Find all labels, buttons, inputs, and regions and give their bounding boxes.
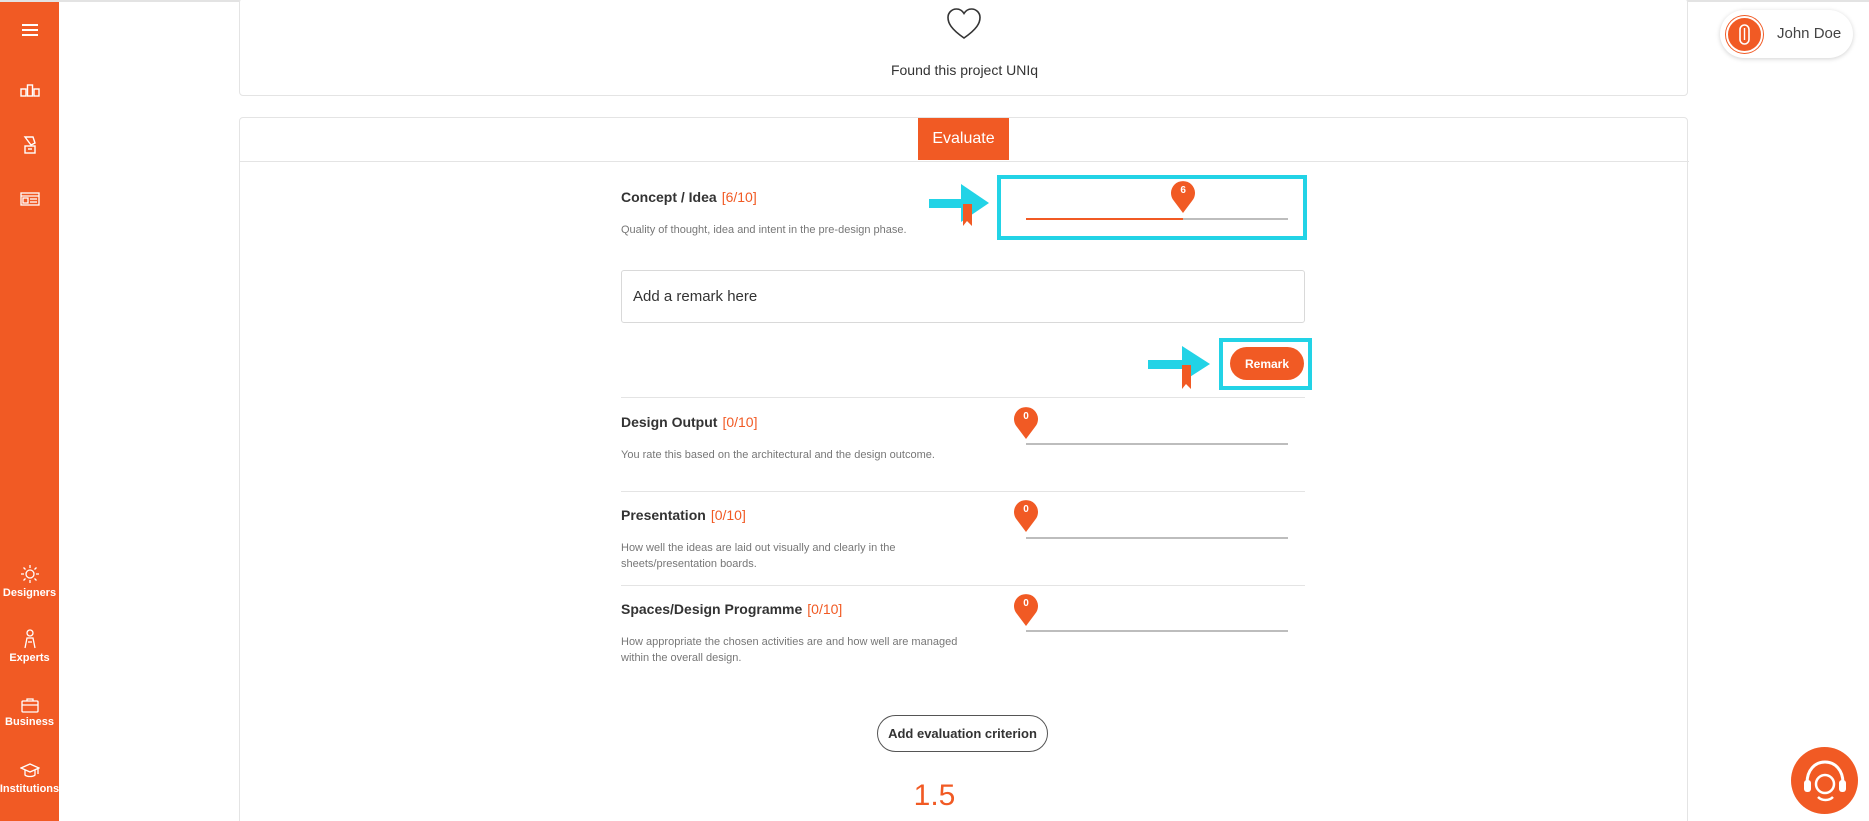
spaces-programme-slider[interactable] bbox=[1026, 630, 1288, 632]
competitions-icon[interactable] bbox=[0, 135, 59, 155]
criterion-description: You rate this based on the architectural… bbox=[621, 449, 935, 461]
sidebar-label-business: Business bbox=[5, 716, 54, 728]
sidebar: Designers Experts Business Institutions bbox=[0, 2, 59, 821]
headset-icon bbox=[1804, 760, 1846, 802]
pointer-arrow-icon bbox=[1148, 346, 1210, 389]
pointer-arrow-icon bbox=[929, 184, 989, 226]
criterion-title: Design Output [0/10] bbox=[621, 414, 757, 430]
slider-value: 0 bbox=[1023, 411, 1029, 422]
slider-handle[interactable]: 0 bbox=[1013, 406, 1039, 440]
criterion-title: Spaces/Design Programme [0/10] bbox=[621, 601, 842, 617]
experts-icon bbox=[23, 629, 36, 649]
slider-handle[interactable]: 0 bbox=[1013, 593, 1039, 627]
criterion-description: How appropriate the chosen activities ar… bbox=[621, 636, 958, 664]
criterion-score: [0/10] bbox=[807, 601, 843, 617]
slider-value: 0 bbox=[1023, 504, 1029, 515]
tab-evaluate[interactable]: Evaluate bbox=[918, 118, 1009, 160]
sidebar-label-designers: Designers bbox=[2, 587, 57, 599]
sidebar-item-experts[interactable]: Experts bbox=[0, 629, 59, 664]
business-icon bbox=[20, 698, 39, 713]
sidebar-label-experts: Experts bbox=[9, 652, 50, 664]
slider-value: 0 bbox=[1023, 598, 1029, 609]
design-output-slider[interactable] bbox=[1026, 443, 1288, 445]
divider bbox=[621, 585, 1305, 586]
sidebar-item-designers[interactable]: Designers bbox=[0, 564, 59, 599]
remark-input[interactable]: Add a remark here bbox=[621, 270, 1305, 323]
criterion-score: [6/10] bbox=[721, 189, 757, 205]
page: Designers Experts Business Institutions … bbox=[0, 0, 1869, 821]
divider bbox=[621, 491, 1305, 492]
like-caption: Found this project UNIq bbox=[890, 62, 1039, 78]
total-score: 1.5 bbox=[913, 779, 956, 812]
user-logo-icon bbox=[1739, 24, 1750, 45]
highlight-box bbox=[1219, 338, 1312, 390]
criterion-title: Concept / Idea [6/10] bbox=[621, 189, 757, 205]
divider bbox=[621, 397, 1305, 398]
institutions-icon bbox=[19, 763, 40, 778]
criterion-name: Presentation bbox=[621, 507, 706, 523]
criterion-description: How well the ideas are laid out visually… bbox=[621, 542, 896, 570]
add-criterion-button[interactable]: Add evaluation criterion bbox=[877, 715, 1048, 752]
menu-icon[interactable] bbox=[0, 24, 59, 36]
criterion-score: [0/10] bbox=[722, 414, 758, 430]
presentation-slider[interactable] bbox=[1026, 537, 1288, 539]
criterion-description: Quality of thought, idea and intent in t… bbox=[621, 224, 907, 236]
criterion-title: Presentation [0/10] bbox=[621, 507, 746, 523]
designers-icon bbox=[20, 565, 39, 583]
projects-icon[interactable] bbox=[0, 83, 59, 97]
avatar bbox=[1726, 16, 1763, 53]
heart-icon[interactable] bbox=[946, 7, 982, 41]
project-like-card: Found this project UNIq bbox=[239, 0, 1688, 96]
feed-icon[interactable] bbox=[0, 192, 59, 206]
evaluate-header: Evaluate bbox=[240, 118, 1689, 162]
support-chat-button[interactable] bbox=[1791, 747, 1858, 814]
criterion-name: Concept / Idea bbox=[621, 189, 717, 205]
user-name: John Doe bbox=[1777, 25, 1842, 42]
sidebar-item-business[interactable]: Business bbox=[0, 697, 59, 728]
slider-handle[interactable]: 0 bbox=[1013, 499, 1039, 533]
user-menu[interactable]: John Doe bbox=[1720, 10, 1853, 58]
highlight-box bbox=[997, 175, 1307, 240]
criterion-name: Design Output bbox=[621, 414, 718, 430]
criterion-name: Spaces/Design Programme bbox=[621, 601, 803, 617]
criterion-score: [0/10] bbox=[710, 507, 746, 523]
